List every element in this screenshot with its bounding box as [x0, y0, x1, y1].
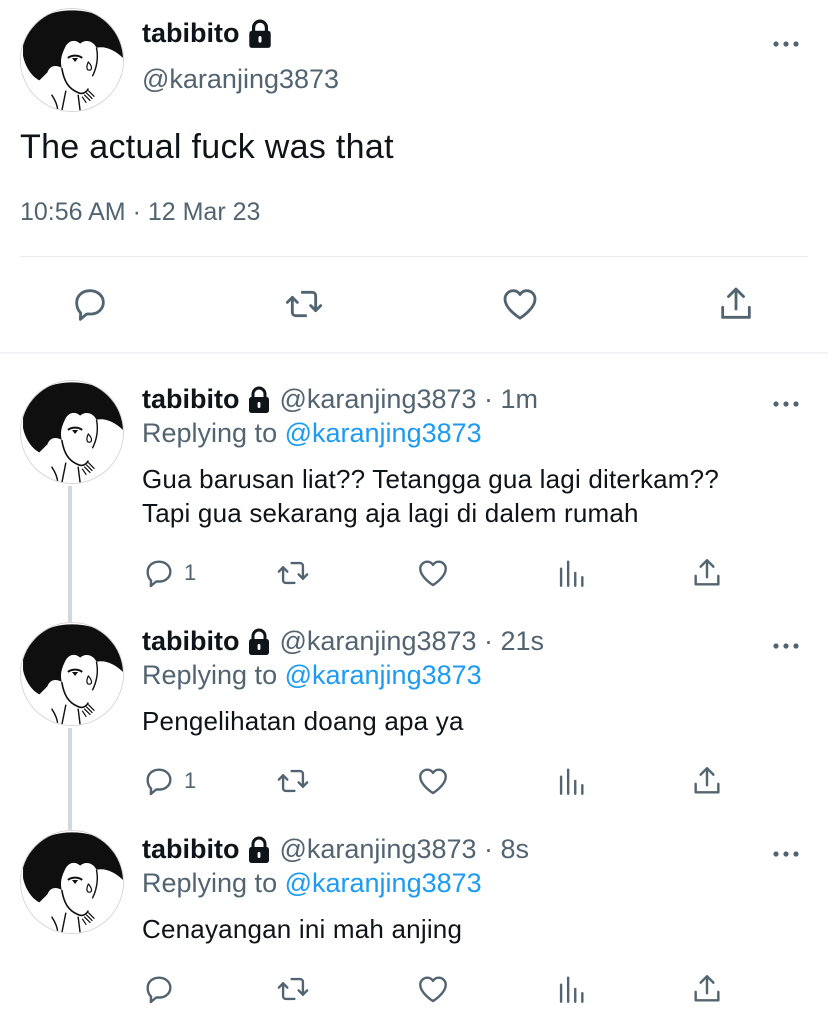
- handle-and-time[interactable]: @karanjing3873 · 8s: [279, 834, 529, 865]
- share-icon: [690, 764, 724, 798]
- divider: [20, 256, 808, 257]
- like-button[interactable]: [416, 764, 450, 798]
- mention-link[interactable]: @karanjing3873: [285, 418, 482, 448]
- share-button[interactable]: [690, 972, 724, 1006]
- more-options-icon[interactable]: [770, 846, 802, 862]
- user-handle[interactable]: @karanjing3873: [142, 64, 339, 95]
- retweet-button[interactable]: [276, 556, 310, 590]
- tweet-text: Pengelihatan doang apa ya: [142, 704, 464, 738]
- reply-button[interactable]: 1: [142, 764, 196, 798]
- like-icon: [416, 556, 450, 590]
- reply-button[interactable]: [142, 972, 184, 1006]
- reply-icon: [142, 972, 176, 1006]
- like-button[interactable]: [500, 284, 540, 324]
- like-icon: [500, 284, 540, 324]
- lock-icon: [247, 386, 271, 414]
- reply-tweet[interactable]: tabibito @karanjing3873 · 1m Replying to…: [0, 380, 828, 622]
- tweet-text-line: Gua barusan liat?? Tetangga gua lagi dit…: [142, 464, 719, 494]
- views-button[interactable]: [554, 972, 588, 1006]
- like-button[interactable]: [416, 972, 450, 1006]
- replying-label: Replying to: [142, 660, 278, 690]
- display-name-row[interactable]: tabibito: [142, 18, 273, 49]
- reply-icon: [142, 556, 176, 590]
- reply-count: 1: [184, 768, 197, 793]
- tweet-text-line: Pengelihatan doang apa ya: [142, 706, 464, 736]
- views-button[interactable]: [554, 764, 588, 798]
- retweet-button[interactable]: [276, 972, 310, 1006]
- reply-header: tabibito @karanjing3873 · 21s: [142, 626, 544, 657]
- reply-icon: [142, 764, 176, 798]
- avatar[interactable]: [20, 8, 124, 112]
- lock-icon: [247, 628, 271, 656]
- views-button[interactable]: [554, 556, 588, 590]
- action-bar: 1: [142, 556, 782, 592]
- reply-tweet[interactable]: tabibito @karanjing3873 · 21s Replying t…: [0, 622, 828, 830]
- lock-icon: [247, 836, 271, 864]
- reply-tweet[interactable]: tabibito @karanjing3873 · 8s Replying to…: [0, 830, 828, 1010]
- action-bar: [142, 972, 782, 1008]
- display-name[interactable]: tabibito: [142, 834, 239, 865]
- mention-link[interactable]: @karanjing3873: [285, 660, 482, 690]
- avatar[interactable]: [20, 830, 124, 934]
- tweet-text: Gua barusan liat?? Tetangga gua lagi dit…: [142, 462, 719, 530]
- main-tweet: tabibito @karanjing3873 The actual fuck …: [0, 0, 828, 352]
- replying-label: Replying to: [142, 418, 278, 448]
- replying-to: Replying to @karanjing3873: [142, 418, 482, 449]
- replying-to: Replying to @karanjing3873: [142, 868, 482, 899]
- retweet-icon: [284, 284, 324, 324]
- tweet-text: Cenayangan ini mah anjing: [142, 912, 462, 946]
- retweet-button[interactable]: [284, 284, 324, 324]
- display-name[interactable]: tabibito: [142, 384, 239, 415]
- views-icon: [554, 764, 588, 798]
- display-name[interactable]: tabibito: [142, 626, 239, 657]
- action-bar: 1: [142, 764, 782, 800]
- retweet-icon: [276, 764, 310, 798]
- replying-to: Replying to @karanjing3873: [142, 660, 482, 691]
- views-icon: [554, 972, 588, 1006]
- retweet-icon: [276, 556, 310, 590]
- like-icon: [416, 972, 450, 1006]
- share-button[interactable]: [690, 556, 724, 590]
- share-icon: [690, 556, 724, 590]
- more-options-icon[interactable]: [770, 396, 802, 412]
- like-icon: [416, 764, 450, 798]
- reply-header: tabibito @karanjing3873 · 8s: [142, 834, 529, 865]
- retweet-button[interactable]: [276, 764, 310, 798]
- tweet-text-line: Cenayangan ini mah anjing: [142, 914, 463, 944]
- retweet-icon: [276, 972, 310, 1006]
- reply-header: tabibito @karanjing3873 · 1m: [142, 384, 538, 415]
- share-icon: [690, 972, 724, 1006]
- reply-button[interactable]: [70, 284, 110, 324]
- views-icon: [554, 556, 588, 590]
- handle-and-time[interactable]: @karanjing3873 · 21s: [279, 626, 544, 657]
- share-button[interactable]: [716, 284, 756, 324]
- tweet-timestamp[interactable]: 10:56 AM · 12 Mar 23: [20, 198, 260, 227]
- avatar[interactable]: [20, 622, 124, 726]
- divider: [0, 352, 828, 354]
- like-button[interactable]: [416, 556, 450, 590]
- mention-link[interactable]: @karanjing3873: [285, 868, 482, 898]
- handle-and-time[interactable]: @karanjing3873 · 1m: [279, 384, 538, 415]
- tweet-text: The actual fuck was that: [20, 128, 394, 166]
- share-icon: [716, 284, 756, 324]
- more-options-icon[interactable]: [770, 638, 802, 654]
- lock-icon: [247, 19, 273, 49]
- reply-button[interactable]: 1: [142, 556, 196, 590]
- tweet-text-line: Tapi gua sekarang aja lagi di dalem ruma…: [142, 498, 639, 528]
- reply-icon: [70, 284, 110, 324]
- thread-line: [68, 728, 72, 830]
- replying-label: Replying to: [142, 868, 278, 898]
- thread-line: [68, 486, 72, 622]
- share-button[interactable]: [690, 764, 724, 798]
- reply-count: 1: [184, 560, 197, 585]
- display-name[interactable]: tabibito: [142, 18, 239, 49]
- more-options-icon[interactable]: [770, 36, 802, 52]
- avatar[interactable]: [20, 380, 124, 484]
